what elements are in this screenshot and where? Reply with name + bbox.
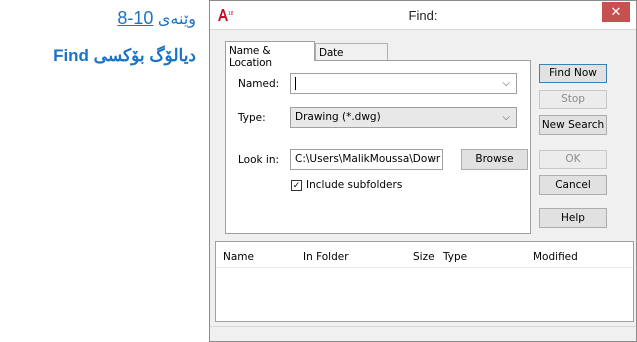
tab-date-modified[interactable]: Date Modified [315, 43, 388, 71]
figure-label: وێنەی 10-8 [117, 8, 196, 29]
chevron-down-icon[interactable]: ⌵ [502, 108, 510, 127]
type-value: Drawing (*.dwg) [295, 111, 381, 123]
results-list[interactable]: Name In Folder Size Type Modified [215, 241, 634, 322]
figure-number: 10-8 [117, 8, 154, 28]
include-subfolders-label: Include subfolders [306, 179, 403, 191]
type-label: Type: [238, 112, 266, 124]
checkmark-icon: ✓ [292, 180, 301, 190]
window-title: Find: [408, 8, 438, 23]
status-bar [210, 326, 636, 341]
figure-caption: وێنەی 10-8 دیالۆگ بۆکسی Find [0, 0, 208, 342]
close-button[interactable]: ✕ [602, 2, 630, 22]
column-header-modified[interactable]: Modified [533, 251, 578, 263]
lookin-value[interactable]: C:\Users\MalikMoussa\Dowr [295, 153, 440, 165]
cancel-button[interactable]: Cancel [539, 175, 607, 195]
text-cursor [295, 76, 296, 90]
named-combobox[interactable]: ⌵ [290, 73, 517, 94]
lookin-combobox[interactable]: C:\Users\MalikMoussa\Dowr ⌵ [290, 149, 443, 170]
column-header-type[interactable]: Type [443, 251, 467, 263]
find-now-button[interactable]: Find Now [539, 64, 607, 83]
column-header-name[interactable]: Name [223, 251, 254, 263]
figure-subtitle: دیالۆگ بۆکسی Find [53, 46, 196, 65]
header-divider [216, 267, 633, 268]
stop-button[interactable]: Stop [539, 90, 607, 109]
ok-button[interactable]: OK [539, 150, 607, 169]
help-button[interactable]: Help [539, 208, 607, 228]
column-header-in-folder[interactable]: In Folder [303, 251, 349, 263]
include-subfolders-checkbox[interactable]: ✓ [291, 180, 302, 191]
type-select[interactable]: Drawing (*.dwg) ⌵ [290, 107, 517, 128]
tab-panel: Named: ⌵ Type: Drawing (*.dwg) ⌵ Look in… [225, 60, 531, 234]
close-icon: ✕ [610, 4, 622, 19]
chevron-down-icon[interactable]: ⌵ [502, 74, 510, 93]
new-search-button[interactable]: New Search [539, 115, 607, 135]
chevron-down-icon[interactable]: ⌵ [428, 150, 436, 169]
figure-prefix: وێنەی [157, 11, 196, 28]
find-dialog: 18 Find: ✕ Name & Location Date Modified… [209, 0, 637, 342]
title-bar: 18 Find: ✕ [210, 1, 636, 30]
browse-button[interactable]: Browse [461, 149, 528, 170]
named-label: Named: [238, 78, 280, 90]
column-header-size[interactable]: Size [413, 251, 435, 263]
lookin-label: Look in: [238, 154, 280, 166]
tab-name-location[interactable]: Name & Location [225, 41, 315, 69]
